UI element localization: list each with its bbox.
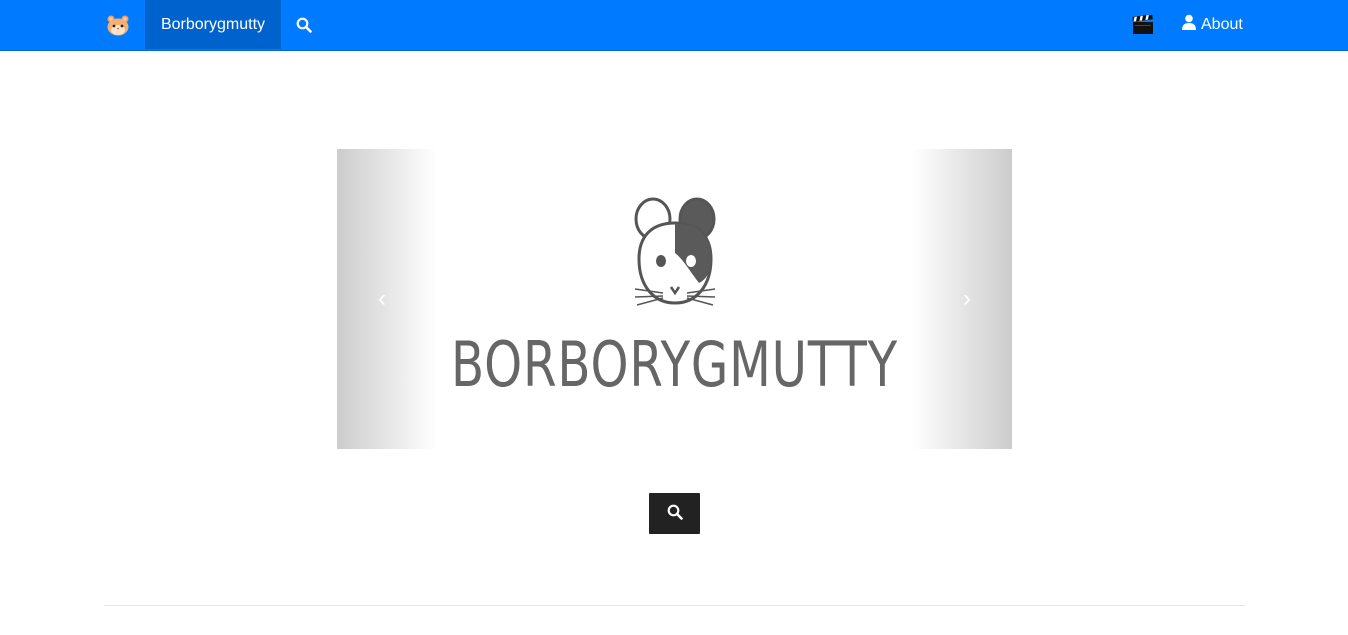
hamster-face-icon[interactable] (104, 11, 132, 39)
carousel-next-button[interactable]: › (912, 149, 1012, 449)
chevron-right-icon: › (963, 285, 971, 312)
carousel-slide: BORBORYGMUTTY (337, 149, 1012, 449)
logo-carousel: BORBORYGMUTTY ‹ › (337, 149, 1012, 449)
about-label: About (1201, 15, 1243, 33)
search-icon[interactable] (292, 13, 316, 37)
chevron-left-icon: ‹ (378, 285, 386, 312)
carousel-prev-button[interactable]: ‹ (337, 149, 437, 449)
hamster-logo-icon (633, 197, 717, 314)
brand-wordmark: BORBORYGMUTTY (451, 328, 898, 401)
top-navbar: Borborygmutty About (0, 0, 1348, 51)
search-icon (667, 504, 683, 523)
clapperboard-icon[interactable] (1131, 13, 1155, 37)
section-divider (104, 605, 1245, 606)
user-icon (1181, 14, 1197, 35)
brand-link[interactable]: Borborygmutty (145, 0, 281, 49)
about-link[interactable]: About (1181, 0, 1251, 49)
search-button[interactable] (649, 493, 700, 534)
